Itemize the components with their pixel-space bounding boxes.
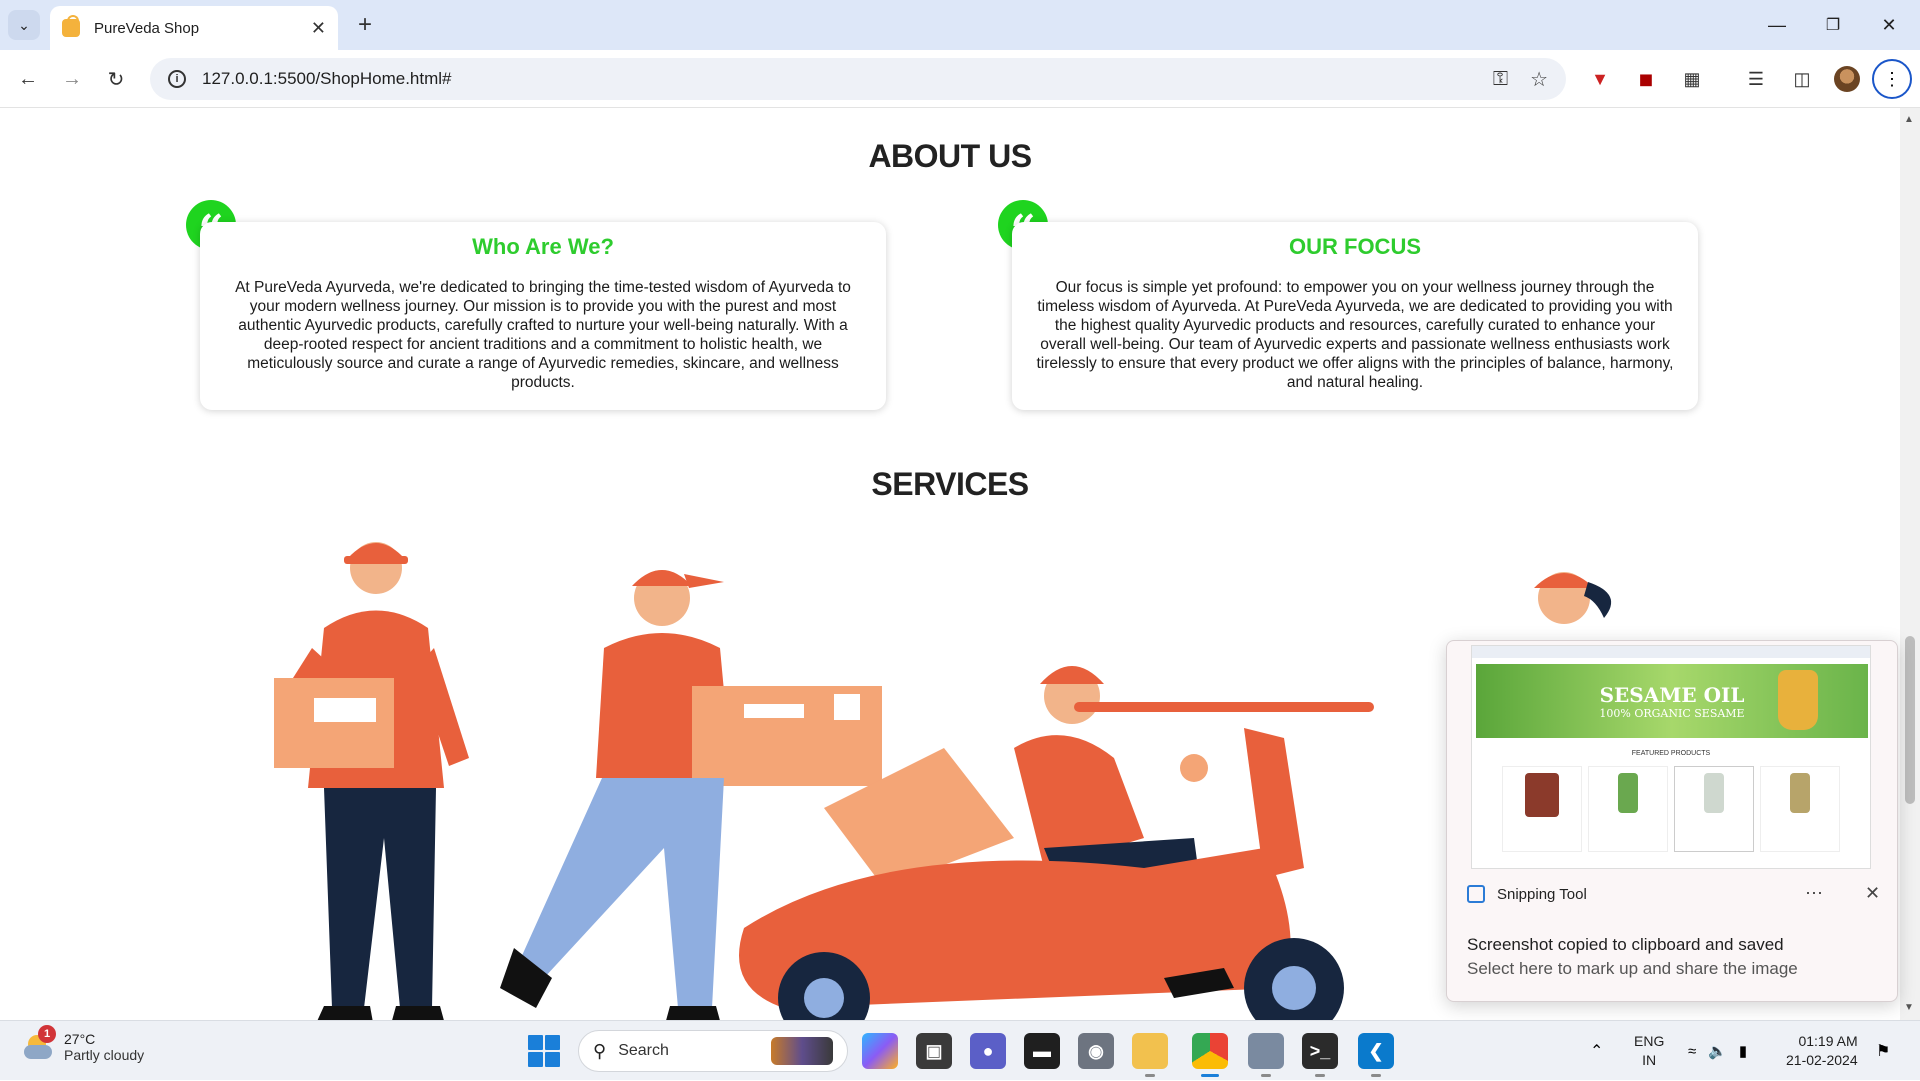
clock[interactable]: 01:19 AM 21-02-2024 xyxy=(1786,1021,1858,1081)
preview-product-card xyxy=(1502,766,1582,852)
bookmark-star-icon[interactable]: ☆ xyxy=(1530,67,1548,92)
back-button[interactable]: ← xyxy=(12,63,44,95)
preview-product-card xyxy=(1588,766,1668,852)
browser-tab-bar: ⌄ PureVeda Shop ✕ + — ❐ ✕ xyxy=(0,0,1920,50)
preview-banner-title: SESAME OIL xyxy=(1599,682,1745,707)
notification-bell-icon[interactable]: ⚑ xyxy=(1876,1021,1890,1081)
preview-section-title: FEATURED PRODUCTS xyxy=(1631,750,1711,757)
windows-taskbar: 1 27°C Partly cloudy ⚲ Search ▣ ● ▬ ◉ >_… xyxy=(0,1020,1920,1080)
lang-line1: ENG xyxy=(1634,1033,1665,1049)
weather-temp: 27°C xyxy=(64,1031,96,1047)
system-app-icon[interactable] xyxy=(1248,1033,1284,1077)
teams-chat-icon[interactable]: ● xyxy=(970,1033,1006,1069)
snipping-tool-icon xyxy=(1467,885,1485,903)
browser-toolbar: ← → ↻ i 127.0.0.1:5500/ShopHome.html# ⚿ … xyxy=(0,50,1920,108)
tab-search-button[interactable]: ⌄ xyxy=(8,10,40,40)
search-label: Search xyxy=(618,1042,669,1059)
weather-widget[interactable]: 1 27°C Partly cloudy xyxy=(22,1025,145,1063)
card-title: Who Are We? xyxy=(472,234,614,259)
close-notification-icon[interactable]: ✕ xyxy=(1865,883,1880,904)
oil-bottle-image xyxy=(1778,670,1818,730)
reload-button[interactable]: ↻ xyxy=(100,63,132,95)
side-panel-icon[interactable]: ◫ xyxy=(1786,63,1818,95)
task-view-icon[interactable]: ▣ xyxy=(916,1033,952,1069)
pocket-extension-icon[interactable]: ▼ xyxy=(1584,63,1616,95)
profile-avatar[interactable] xyxy=(1831,63,1863,95)
scroll-down-arrow-icon[interactable]: ▼ xyxy=(1904,1002,1914,1013)
volume-icon: 🔈 xyxy=(1708,1043,1727,1060)
camera-app-icon[interactable]: ◉ xyxy=(1078,1033,1114,1069)
clock-time: 01:19 AM xyxy=(1798,1033,1858,1049)
vscode-app-icon[interactable]: ❮ xyxy=(1358,1033,1394,1077)
close-tab-icon[interactable]: ✕ xyxy=(311,18,326,39)
lang-line2: IN xyxy=(1642,1052,1657,1068)
taskbar-search[interactable]: ⚲ Search xyxy=(578,1030,848,1072)
chrome-app-icon[interactable] xyxy=(1192,1033,1228,1077)
close-window-button[interactable]: ✕ xyxy=(1866,8,1912,42)
new-tab-button[interactable]: + xyxy=(350,10,380,40)
start-button[interactable] xyxy=(528,1035,560,1067)
card-text: Our focus is simple yet profound: to emp… xyxy=(1036,279,1674,391)
card-text: At PureVeda Ayurveda, we're dedicated to… xyxy=(235,279,851,391)
clock-date: 21-02-2024 xyxy=(1786,1052,1858,1068)
toast-subtitle: Select here to mark up and share the ima… xyxy=(1467,959,1798,978)
restore-button[interactable]: ❐ xyxy=(1810,8,1856,42)
toast-app-name: Snipping Tool xyxy=(1497,885,1587,903)
snipping-tool-notification[interactable]: SESAME OIL 100% ORGANIC SESAME FEATURED … xyxy=(1446,640,1898,1002)
search-icon: ⚲ xyxy=(593,1040,607,1061)
file-explorer-icon[interactable] xyxy=(1132,1033,1168,1077)
about-heading: ABOUT US xyxy=(868,138,1032,174)
page-scrollbar[interactable]: ▲ ▼ xyxy=(1900,108,1920,1020)
site-info-icon[interactable]: i xyxy=(168,70,186,88)
address-bar[interactable]: i 127.0.0.1:5500/ShopHome.html# ⚿ ☆ xyxy=(150,58,1566,100)
url-text[interactable]: 127.0.0.1:5500/ShopHome.html# xyxy=(202,69,1471,89)
scroll-up-arrow-icon[interactable]: ▲ xyxy=(1904,114,1914,125)
card-title: OUR FOCUS xyxy=(1289,234,1421,259)
shopping-bag-icon xyxy=(62,15,80,37)
terminal-app-icon[interactable]: ▬ xyxy=(1024,1033,1060,1069)
extensions-puzzle-icon[interactable]: ▦ xyxy=(1676,63,1708,95)
command-prompt-icon[interactable]: >_ xyxy=(1302,1033,1338,1077)
active-tab[interactable]: PureVeda Shop ✕ xyxy=(50,6,338,50)
services-heading: SERVICES xyxy=(871,466,1029,502)
preview-banner-subtitle: 100% ORGANIC SESAME xyxy=(1599,706,1745,720)
scrollbar-thumb[interactable] xyxy=(1905,636,1915,804)
show-hidden-icons-button[interactable]: ⌃ xyxy=(1590,1021,1603,1081)
forward-button[interactable]: → xyxy=(56,63,88,95)
preview-product-card xyxy=(1674,766,1754,852)
preview-product-card xyxy=(1760,766,1840,852)
toast-header: Snipping Tool xyxy=(1467,885,1587,903)
minimize-button[interactable]: — xyxy=(1754,8,1800,42)
battery-icon: ▮ xyxy=(1738,1043,1748,1060)
weather-desc: Partly cloudy xyxy=(64,1047,145,1063)
about-card-focus: OUR FOCUS Our focus is simple yet profou… xyxy=(1012,222,1698,410)
wifi-icon: ≈ xyxy=(1688,1042,1697,1060)
media-control-icon[interactable]: ☰ xyxy=(1740,63,1772,95)
language-indicator[interactable]: ENG IN xyxy=(1634,1021,1664,1081)
more-options-icon[interactable]: ⋯ xyxy=(1805,883,1823,904)
system-tray-icons[interactable]: ≈ 🔈 ▮ xyxy=(1688,1021,1747,1081)
browser-menu-button[interactable]: ⋮ xyxy=(1872,59,1912,99)
ublock-extension-icon[interactable]: ◼ xyxy=(1630,63,1662,95)
about-card-who: Who Are We? At PureVeda Ayurveda, we're … xyxy=(200,222,886,410)
tab-title: PureVeda Shop xyxy=(94,19,200,37)
copilot-app-icon[interactable] xyxy=(862,1033,898,1069)
screenshot-preview[interactable]: SESAME OIL 100% ORGANIC SESAME FEATURED … xyxy=(1471,645,1871,869)
key-icon[interactable]: ⚿ xyxy=(1493,68,1508,91)
partly-cloudy-icon: 1 xyxy=(22,1025,56,1063)
weather-badge: 1 xyxy=(38,1025,56,1043)
search-highlight-image xyxy=(771,1037,833,1065)
toast-title: Screenshot copied to clipboard and saved xyxy=(1467,935,1784,954)
